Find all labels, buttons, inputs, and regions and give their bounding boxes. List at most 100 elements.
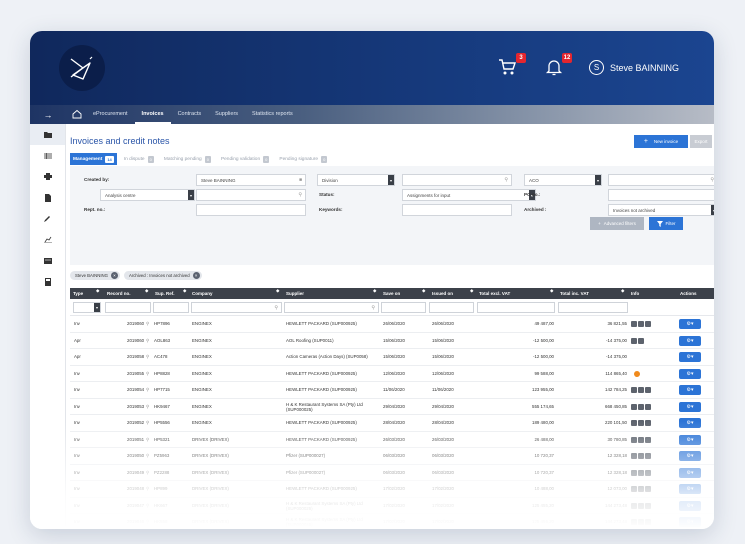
nav-contracts[interactable]: Contracts (171, 105, 209, 124)
advanced-filters-button[interactable]: + Advanced filters (590, 217, 644, 230)
info-document-icon[interactable] (631, 403, 637, 410)
table-row[interactable]: Inv 2019051 ⚲ HP5321 DRIVEX (DRIVEX) HEWLETT … (70, 432, 714, 448)
analysis-centre-select[interactable]: Analysis centre ▾ (100, 189, 195, 201)
sidebar-item-calculator[interactable] (30, 271, 65, 292)
sidebar-item-document[interactable] (30, 187, 65, 208)
info-document-icon[interactable] (638, 403, 644, 410)
table-row[interactable]: Inv 2019052 ⚲ HP5556 ENGINEX HEWLETT PACKARD … (70, 415, 714, 432)
col-type[interactable]: Type (73, 288, 83, 299)
row-actions-button[interactable]: ⚙▾ (679, 434, 701, 445)
row-actions-button[interactable]: ⚙▾ (679, 484, 701, 494)
keywords-input[interactable] (402, 204, 512, 216)
cart-button[interactable]: 3 (498, 53, 526, 79)
nav-statistics-reports[interactable]: Statistics reports (245, 105, 300, 124)
info-document-icon[interactable] (638, 502, 644, 509)
home-button[interactable] (72, 106, 86, 124)
sort-icon[interactable]: ◆ (183, 288, 186, 294)
row-actions-button[interactable]: ⚙▾ (679, 467, 701, 478)
search-icon[interactable]: ⚲ (146, 481, 149, 497)
table-row[interactable]: Inv 2019055 ⚲ HP8828 ENGINEX HEWLETT PACKARD … (70, 366, 714, 382)
info-document-icon[interactable] (638, 469, 644, 476)
search-icon[interactable]: ⚲ (146, 498, 149, 514)
search-icon[interactable]: ⚲ (146, 316, 149, 332)
sort-icon[interactable]: ◆ (145, 288, 148, 294)
sort-icon[interactable]: ◆ (373, 288, 376, 294)
table-row[interactable]: Inv 2019060 ⚲ HP7896 ENGINEX HEWLETT PACKARD … (70, 316, 714, 333)
row-actions-button[interactable]: ⚙▾ (679, 319, 701, 329)
row-actions-button[interactable]: ⚙▾ (679, 418, 701, 428)
info-document-icon[interactable] (638, 453, 644, 459)
info-document-icon[interactable] (638, 420, 644, 426)
info-document-icon[interactable] (631, 453, 637, 459)
search-icon[interactable]: ⚲ (146, 349, 149, 365)
table-row[interactable]: Inv 2019054 ⚲ HP7715 ENGINEX HEWLETT PACKARD … (70, 382, 714, 399)
nav-invoices[interactable]: Invoices (134, 105, 171, 124)
save-on-filter-input[interactable] (381, 302, 426, 313)
row-actions-button[interactable]: ⚙▾ (679, 401, 701, 412)
row-actions-button[interactable]: ⚙▾ (679, 352, 701, 362)
col-supplier[interactable]: Supplier (286, 288, 304, 299)
sidebar-item-chart[interactable] (30, 229, 65, 250)
sort-icon[interactable]: ◆ (422, 288, 425, 294)
search-icon[interactable]: ⚲ (146, 366, 149, 382)
info-document-icon[interactable] (645, 321, 651, 327)
search-icon[interactable]: ⚲ (146, 448, 149, 464)
info-document-icon[interactable] (645, 387, 651, 393)
supplier-filter-input[interactable]: ⚲ (284, 302, 379, 313)
col-total-excl[interactable]: Total excl. VAT (479, 288, 510, 299)
tab-in-dispute[interactable]: In dispute 0 (121, 153, 157, 165)
clear-icon[interactable]: ■ (299, 177, 302, 183)
aco-search-input[interactable]: ⚲ (608, 174, 714, 186)
sidebar-item-barcode[interactable] (30, 145, 65, 166)
archived-select[interactable]: Invoices not archived ▾ (608, 204, 714, 216)
company-filter-input[interactable]: ⚲ (191, 302, 282, 313)
tab-pending-validation[interactable]: Pending validation 0 (218, 153, 272, 165)
search-icon[interactable]: ⚲ (146, 382, 149, 398)
table-row[interactable]: Inv 2019050 ⚲ PZ5963 DRIVEX (DRIVEX) Pfizer (… (70, 448, 714, 465)
row-actions-button[interactable]: ⚙▾ (679, 385, 701, 395)
info-document-icon[interactable] (645, 519, 651, 525)
tab-pending-signature[interactable]: Pending signature 0 (276, 153, 330, 165)
created-by-select[interactable]: Steve BAINNING ■ (196, 174, 306, 186)
info-document-icon[interactable] (645, 436, 651, 443)
nav-eprocurement[interactable]: eProcurement (86, 105, 135, 124)
table-row[interactable]: Inv 2019049 ⚲ PZ2288 DRIVEX (DRIVEX) Pfizer (… (70, 465, 714, 481)
sort-icon[interactable]: ◆ (276, 288, 279, 294)
info-document-icon[interactable] (631, 337, 637, 344)
close-icon[interactable]: × (110, 272, 118, 279)
sort-icon[interactable]: ◆ (470, 288, 473, 294)
type-filter-select[interactable]: ▾ (73, 302, 101, 313)
export-button[interactable]: Export (690, 135, 712, 148)
row-actions-button[interactable]: ⚙▾ (679, 500, 701, 511)
new-invoice-button[interactable]: + New invoice (634, 135, 688, 148)
analysis-centre-search-input[interactable]: ⚲ (196, 189, 306, 201)
nav-suppliers[interactable]: Suppliers (208, 105, 245, 124)
status-select[interactable]: Assignments for input ▾ (402, 189, 536, 201)
table-row[interactable]: Inv 2019046 ⚲ HK558 DRIVEX (DRIVEX) H & K Res… (70, 514, 714, 529)
info-document-icon[interactable] (631, 519, 637, 525)
sidebar-item-cards[interactable] (30, 250, 65, 271)
aco-select[interactable]: ACO ▾ (524, 174, 602, 186)
info-document-icon[interactable] (645, 502, 651, 509)
info-document-icon[interactable] (638, 387, 644, 393)
search-icon[interactable]: ⚲ (146, 399, 149, 415)
division-search-input[interactable]: ⚲ (402, 174, 512, 186)
sidebar-item-edit[interactable] (30, 208, 65, 229)
table-row[interactable]: Inv 2019047 ⚲ HK667 DRIVEX (DRIVEX) H & K Res… (70, 498, 714, 514)
sort-icon[interactable]: ◆ (550, 288, 553, 294)
tab-matching-pending[interactable]: Matching pending 0 (161, 153, 214, 165)
total-inc-filter-input[interactable] (558, 302, 628, 313)
info-document-icon[interactable] (645, 486, 651, 492)
info-document-icon[interactable] (631, 387, 637, 393)
tab-management[interactable]: Management 14 (70, 153, 117, 165)
info-document-icon[interactable] (645, 420, 651, 426)
info-document-icon[interactable] (638, 337, 644, 344)
collapse-sidebar-button[interactable]: → (30, 105, 66, 124)
info-document-icon[interactable] (645, 453, 651, 459)
table-row[interactable]: Inv 2019053 ⚲ HK9467 ENGINEX H & K Restaurant… (70, 399, 714, 415)
record-filter-input[interactable] (105, 302, 151, 313)
info-document-icon[interactable] (638, 321, 644, 327)
sort-icon[interactable]: ◆ (96, 288, 99, 294)
info-document-icon[interactable] (645, 469, 651, 476)
col-company[interactable]: Company (192, 288, 213, 299)
